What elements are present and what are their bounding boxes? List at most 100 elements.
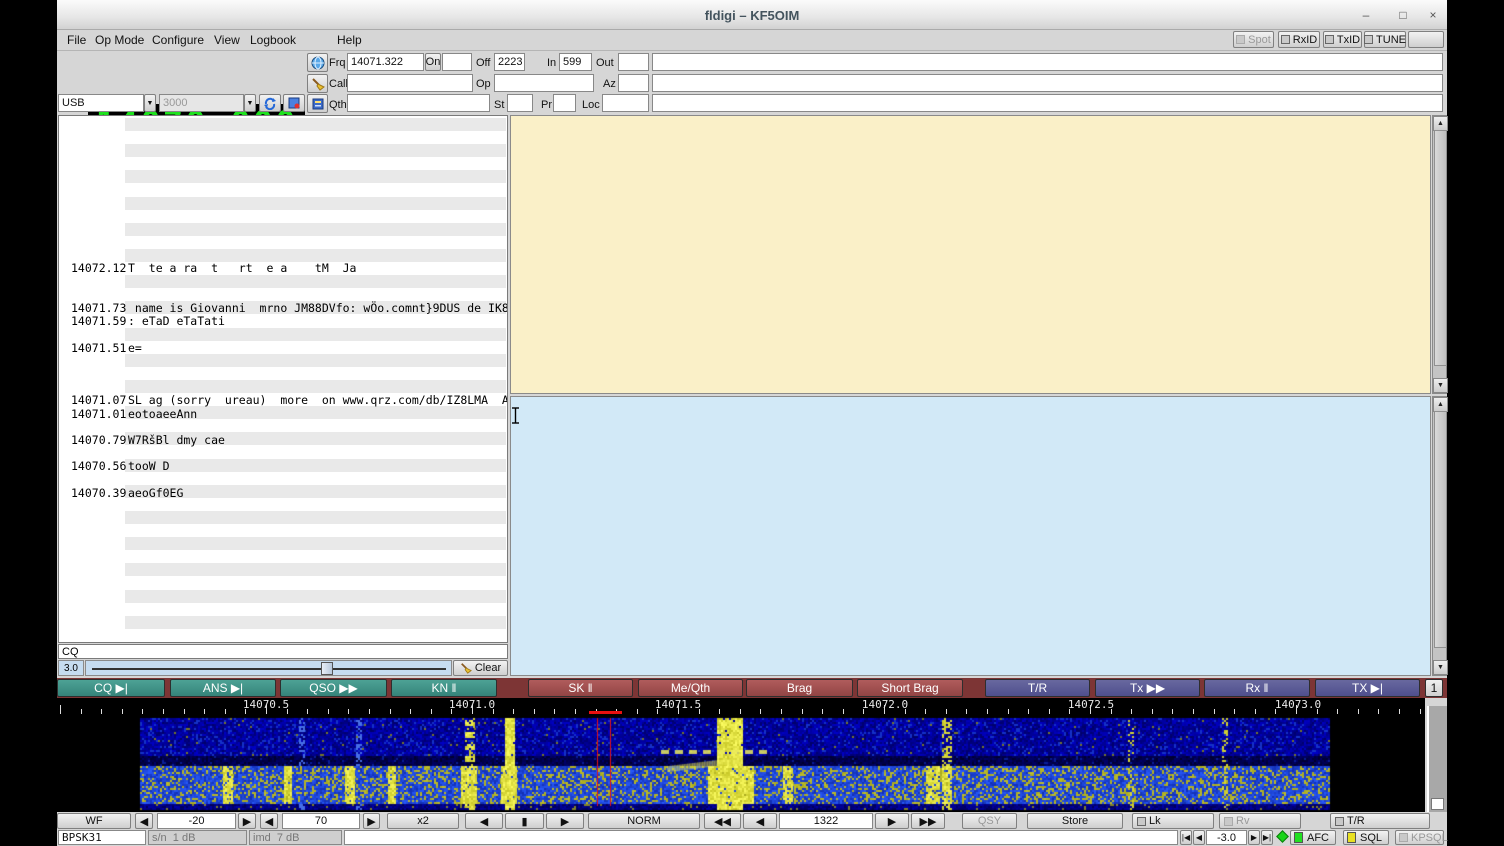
waterfall-side-slider[interactable] <box>1427 706 1447 812</box>
lock-checkbox[interactable] <box>1137 817 1146 826</box>
macro-button-tx[interactable]: Tx ▶▶ <box>1095 679 1200 697</box>
waterfall-display[interactable] <box>57 714 1425 812</box>
call-input[interactable] <box>347 74 473 92</box>
tx-scroll-thumb[interactable] <box>1434 411 1447 648</box>
st-input[interactable] <box>507 94 533 112</box>
macro-button-short-brag[interactable]: Short Brag <box>857 679 963 697</box>
macro-button-brag[interactable]: Brag <box>746 679 853 697</box>
macro-button-1[interactable]: 1 <box>1425 679 1443 697</box>
sideband-dropdown-arrow[interactable]: ▼ <box>144 94 156 112</box>
clear-tx-button[interactable]: Clear <box>453 660 508 676</box>
macro-button-ans[interactable]: ANS ▶| <box>170 679 276 697</box>
maximize-button[interactable]: □ <box>1394 7 1412 23</box>
bandwidth-dropdown-arrow[interactable]: ▼ <box>244 94 256 112</box>
notes-input-1[interactable] <box>652 53 1443 71</box>
on-button[interactable]: On <box>425 53 441 71</box>
txrx-checkbox[interactable] <box>1335 817 1344 826</box>
txid-button[interactable]: TxID <box>1323 31 1362 48</box>
lower-signal-up-button[interactable]: ▶ <box>238 813 256 829</box>
snap-button[interactable] <box>283 94 305 112</box>
menu-configure[interactable]: Configure <box>152 33 204 47</box>
macro-button-qso[interactable]: QSO ▶▶ <box>280 679 387 697</box>
signal-line[interactable]: 14070.79W7RšBl dmy cae <box>59 433 507 446</box>
rx-scroll-up-icon[interactable]: ▲ <box>1433 116 1448 131</box>
lower-signal-down-button[interactable]: ◀ <box>135 813 153 829</box>
sync-button[interactable] <box>259 94 281 112</box>
menu-logbook[interactable]: Logbook <box>250 33 296 47</box>
store-button[interactable]: Store <box>1027 813 1123 829</box>
sql-button[interactable]: SQL <box>1343 830 1389 845</box>
menu-view[interactable]: View <box>214 33 240 47</box>
slider-thumb[interactable] <box>321 662 333 675</box>
frq-input[interactable]: 14071.322 <box>347 53 424 71</box>
wf-center-button[interactable]: ▮ <box>505 813 544 829</box>
tune-checkbox[interactable] <box>1364 35 1373 44</box>
rxid-checkbox[interactable] <box>1281 35 1290 44</box>
notes-input-3[interactable] <box>652 94 1443 112</box>
range-up-button[interactable]: ▶ <box>363 813 380 829</box>
tx-scrollbar[interactable]: ▲ ▼ <box>1432 396 1447 676</box>
sideband-select[interactable]: USB <box>58 94 144 112</box>
signal-line[interactable]: 14072.12T te a ra t rt e a tM Ja <box>59 261 507 274</box>
save-entry-button[interactable] <box>307 94 328 113</box>
qth-input[interactable] <box>347 94 490 112</box>
squelch-slider[interactable] <box>85 660 452 676</box>
pr-input[interactable] <box>553 94 576 112</box>
qsy-right-button[interactable]: ▶ <box>875 813 909 829</box>
qsy-left-button[interactable]: ◀ <box>743 813 777 829</box>
minimize-button[interactable]: – <box>1357 7 1375 23</box>
loc-input[interactable] <box>602 94 649 112</box>
signal-line[interactable]: 14070.39aeoGf0EG <box>59 486 507 499</box>
close-button[interactable]: × <box>1424 7 1442 23</box>
macro-button-rx[interactable]: Rx ‖ <box>1204 679 1310 697</box>
az-input[interactable] <box>618 74 649 92</box>
wf-shift-right-button[interactable]: ▶ <box>546 813 584 829</box>
tx-macro-preview[interactable]: CQ <box>58 644 508 659</box>
qsy-ffright-button[interactable]: ▶▶ <box>911 813 945 829</box>
rxid-button[interactable]: RxID <box>1278 31 1320 48</box>
mode-status[interactable]: BPSK31 <box>58 830 146 845</box>
op-input[interactable] <box>494 74 594 92</box>
qsy-ffleft-button[interactable]: ◀◀ <box>704 813 741 829</box>
menu-help[interactable]: Help <box>337 33 362 47</box>
nudge-end-button[interactable]: ▶| <box>1261 830 1273 845</box>
off-time-input[interactable]: 2223 <box>494 53 525 71</box>
macro-button-t-r[interactable]: T/R <box>985 679 1090 697</box>
nudge-left-button[interactable]: ◀ <box>1193 830 1205 845</box>
rst-in-input[interactable]: 599 <box>559 53 592 71</box>
range-value[interactable]: 70 <box>282 813 360 829</box>
afc-button[interactable]: AFC <box>1290 830 1336 845</box>
offset-value[interactable]: -3.0 <box>1206 830 1247 845</box>
signal-line[interactable]: 14071.07SL ag (sorry ureau) more on www.… <box>59 393 507 406</box>
signal-browser[interactable]: 14072.12T te a ra t rt e a tM Ja 14071.73… <box>58 115 508 643</box>
lock-button[interactable]: Lk <box>1132 813 1214 829</box>
tune-button[interactable]: TUNE <box>1364 31 1406 48</box>
tx-scroll-up-icon[interactable]: ▲ <box>1433 397 1448 412</box>
signal-line[interactable]: 14070.56tooW D <box>59 459 507 472</box>
zoom-button[interactable]: x2 <box>387 813 459 829</box>
rx-text-panel[interactable] <box>510 115 1431 394</box>
tx-scroll-down-icon[interactable]: ▼ <box>1433 660 1448 675</box>
notes-input-2[interactable] <box>652 74 1443 92</box>
signal-line[interactable]: 14071.51e= <box>59 341 507 354</box>
nudge-right-button[interactable]: ▶ <box>1248 830 1260 845</box>
tx-text-panel[interactable] <box>510 396 1431 676</box>
nudge-start-button[interactable]: |◀ <box>1180 830 1192 845</box>
carrier-value[interactable]: 1322 <box>779 813 873 829</box>
lower-signal-value[interactable]: -20 <box>157 813 236 829</box>
rx-scroll-down-icon[interactable]: ▼ <box>1433 378 1448 393</box>
txid-checkbox[interactable] <box>1325 35 1334 44</box>
txrx-button[interactable]: T/R <box>1330 813 1430 829</box>
wf-mode-button[interactable]: WF <box>57 813 131 829</box>
rx-scroll-thumb[interactable] <box>1434 130 1447 366</box>
macro-button-kn[interactable]: KN ‖ <box>391 679 497 697</box>
macro-button-sk[interactable]: SK ‖ <box>528 679 633 697</box>
rst-out-input[interactable] <box>618 53 649 71</box>
range-down-button[interactable]: ◀ <box>260 813 278 829</box>
clear-fields-button[interactable] <box>307 74 328 93</box>
signal-line[interactable]: 14071.73 name is Giovanni mrno JM88DVfo:… <box>59 301 507 314</box>
menu-file[interactable]: File <box>67 33 86 47</box>
wf-speed-button[interactable]: NORM <box>588 813 700 829</box>
qrz-lookup-button[interactable] <box>307 53 328 72</box>
macro-button-cq[interactable]: CQ ▶| <box>57 679 165 697</box>
